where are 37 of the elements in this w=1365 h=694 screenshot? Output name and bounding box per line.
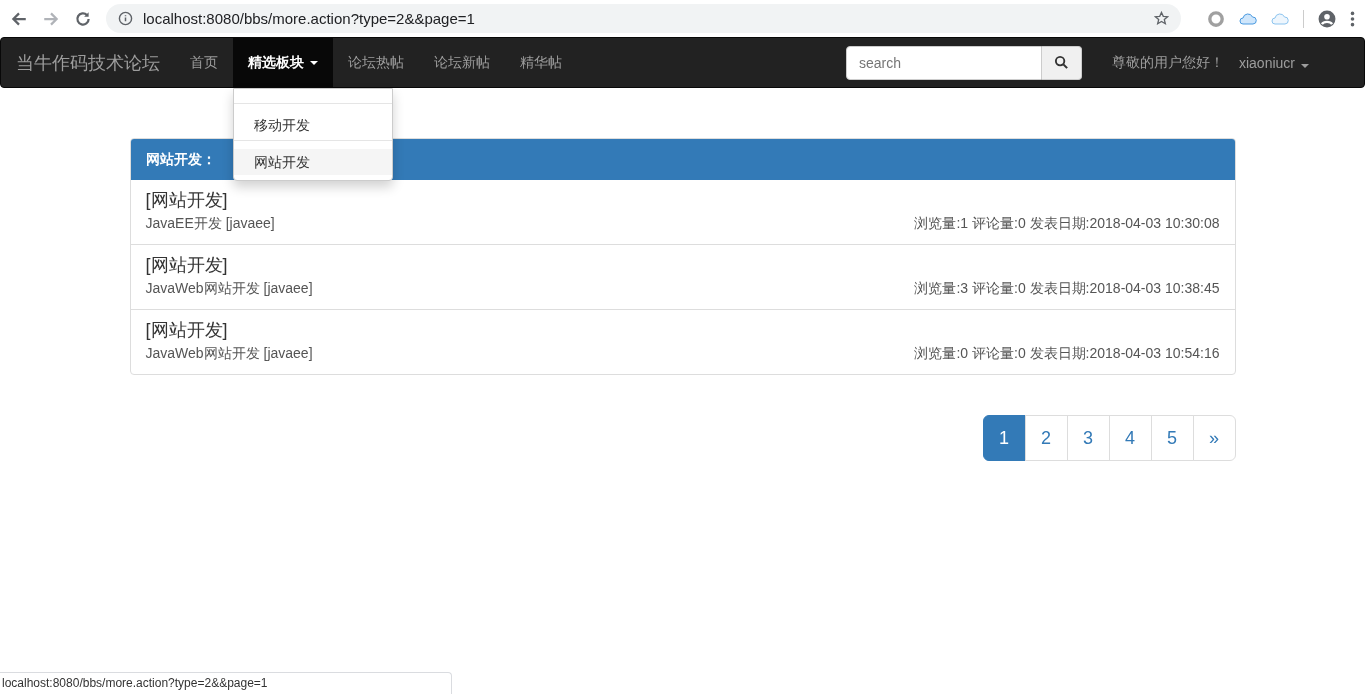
- address-bar[interactable]: localhost:8080/bbs/more.action?type=2&&page=1: [106, 4, 1181, 33]
- page-link[interactable]: 1: [982, 415, 1026, 461]
- page-link[interactable]: 2: [1024, 415, 1068, 461]
- page-link[interactable]: 4: [1108, 415, 1152, 461]
- panel-title: 网站开发：: [145, 150, 216, 169]
- nav-link[interactable]: 精选板块: [233, 38, 333, 87]
- page-link[interactable]: 5: [1150, 415, 1194, 461]
- post-title-link[interactable]: JavaWeb网站开发 [javaee]: [145, 343, 313, 363]
- post-stats: 浏览量:1 评论量:0 发表日期:2018-04-03 10:30:08: [914, 214, 1220, 233]
- page-link[interactable]: »: [1192, 415, 1236, 461]
- search-field[interactable]: search: [845, 45, 1042, 80]
- dropdown-item[interactable]: 移动开发: [234, 114, 392, 136]
- ring-icon[interactable]: [1207, 9, 1225, 28]
- reload-icon[interactable]: [74, 9, 92, 28]
- nav-link[interactable]: 论坛新帖: [419, 38, 505, 87]
- post-stats: 浏览量:3 评论量:0 发表日期:2018-04-03 10:38:45: [914, 279, 1220, 298]
- star-icon[interactable]: [1154, 11, 1169, 26]
- search-button[interactable]: [1041, 45, 1082, 80]
- post-category: [网站开发]: [145, 189, 229, 212]
- brand-link[interactable]: 当牛作码技术论坛: [16, 50, 160, 75]
- post-stats: 浏览量:0 评论量:0 发表日期:2018-04-03 10:54:16: [914, 344, 1220, 363]
- nav-link[interactable]: 精华帖: [505, 38, 577, 87]
- search-icon: [1053, 55, 1069, 70]
- dropdown-item[interactable]: 网站开发: [234, 149, 392, 175]
- menu-icon[interactable]: [1350, 9, 1355, 28]
- info-icon[interactable]: [118, 11, 133, 26]
- greeting-text: 尊敬的用户您好！: [1111, 53, 1224, 72]
- page-link[interactable]: 3: [1066, 415, 1110, 461]
- nav-link[interactable]: 论坛热帖: [333, 38, 419, 87]
- post-title-link[interactable]: JavaEE开发 [javaee]: [145, 213, 275, 233]
- nav-link[interactable]: 首页: [175, 38, 233, 87]
- status-bar: localhost:8080/bbs/more.action?type=2&&page=1: [0, 672, 452, 694]
- post-category: [网站开发]: [145, 319, 229, 342]
- user-menu-link[interactable]: xiaoniucr: [1238, 54, 1309, 71]
- post-title-link[interactable]: JavaWeb网站开发 [javaee]: [145, 278, 313, 298]
- post-category: [网站开发]: [145, 254, 229, 277]
- profile-icon[interactable]: [1318, 9, 1336, 28]
